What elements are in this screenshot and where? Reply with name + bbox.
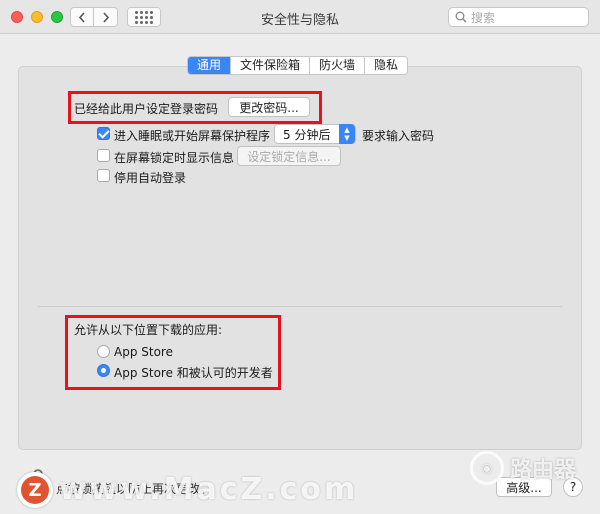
router-icon: ◉	[470, 451, 504, 485]
section-divider	[38, 306, 562, 307]
password-delay-value: 5 分钟后	[283, 127, 331, 142]
highlight-box-downloads	[65, 315, 281, 390]
router-watermark: ◉ 路由器	[470, 451, 576, 485]
macz-logo: Z	[17, 472, 53, 508]
tab-firewall[interactable]: 防火墙	[309, 57, 364, 74]
require-password-label: 进入睡眠或开始屏幕保护程序	[114, 129, 271, 143]
tab-filevault[interactable]: 文件保险箱	[230, 57, 309, 74]
set-lock-message-button[interactable]: 设定锁定信息...	[237, 146, 341, 166]
disable-auto-login-label: 停用自动登录	[114, 171, 187, 185]
updown-arrows-icon: ▲ ▼	[339, 124, 355, 144]
tab-general[interactable]: 通用	[188, 57, 231, 74]
watermark-text: www.MacZ.com	[59, 472, 359, 507]
search-icon	[455, 11, 467, 23]
router-watermark-text: 路由器	[510, 458, 577, 483]
title-bar: 安全性与隐私 搜索	[0, 0, 600, 34]
search-placeholder: 搜索	[471, 10, 496, 25]
show-message-label: 在屏幕锁定时显示信息	[114, 151, 235, 165]
tab-privacy[interactable]: 隐私	[364, 57, 407, 74]
highlight-box-password	[68, 91, 322, 124]
tab-bar: 通用 文件保险箱 防火墙 隐私	[187, 56, 409, 75]
require-password-suffix: 要求输入密码	[362, 129, 435, 143]
disable-auto-login-checkbox[interactable]	[97, 169, 110, 182]
macz-logo-letter: Z	[21, 476, 49, 504]
password-delay-select[interactable]: 5 分钟后 ▲ ▼	[274, 124, 356, 144]
search-field[interactable]: 搜索	[448, 7, 589, 27]
require-password-checkbox[interactable]	[97, 127, 110, 140]
show-message-checkbox[interactable]	[97, 149, 110, 162]
